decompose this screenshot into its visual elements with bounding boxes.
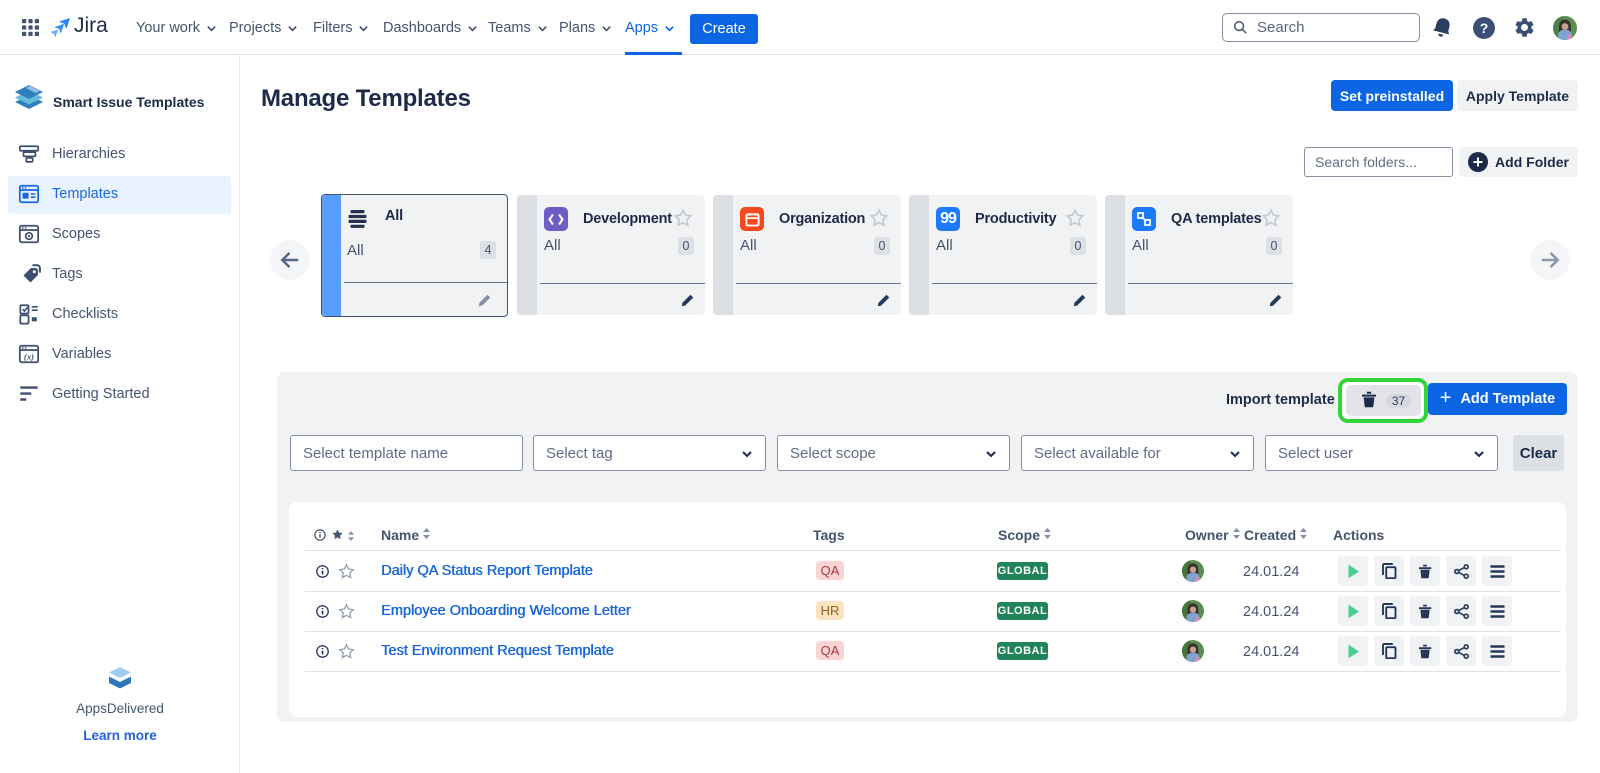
svg-text:(x): (x) xyxy=(24,351,34,361)
svg-text:?: ? xyxy=(1480,20,1489,36)
